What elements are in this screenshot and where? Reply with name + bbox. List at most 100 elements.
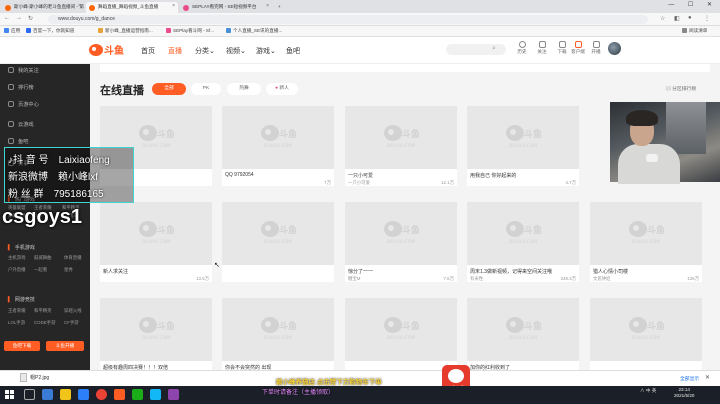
room-title[interactable] [345, 361, 457, 370]
close-icon[interactable]: × [78, 3, 81, 9]
live-room-card[interactable]: 斗鱼DOUYU.COM超级有趣周四决赛！！！双倍CoCo点点M34.2万 [100, 298, 212, 378]
show-all-downloads[interactable]: 全部显示 [680, 375, 699, 382]
room-title[interactable]: 加你的红利收到了 [467, 361, 579, 370]
search-icon[interactable]: ⌕ [492, 45, 496, 53]
browser-tab[interactable]: 斯小峰-斯小峰的老斗鱼直播间 - 第 × [2, 2, 84, 13]
streamer-name[interactable]: 糖宝M [348, 276, 360, 281]
live-room-card[interactable]: 斗鱼 DOUYU.COM QQ 9792054 7万 [222, 106, 334, 186]
sidebar-item-follow[interactable]: 我的关注 [8, 67, 39, 74]
room-thumbnail[interactable]: 斗鱼 DOUYU.COM [467, 106, 579, 169]
room-thumbnail[interactable]: 斗鱼 DOUYU.COM [100, 298, 212, 361]
bookmark-item[interactable]: SEPlay看斗网 - Sf... [166, 28, 214, 34]
sidebar-game-link[interactable]: 主机游戏 [8, 255, 26, 261]
live-room-card[interactable]: 斗鱼 DOUYU.COM 惊分了一一 糖宝M 7.6万 [345, 202, 457, 282]
room-thumbnail[interactable]: 斗鱼 DOUYU.COM [345, 202, 457, 265]
room-thumbnail[interactable]: 斗鱼 DOUYU.COM [590, 298, 702, 361]
search-icon[interactable] [24, 389, 35, 400]
star-icon[interactable]: ☆ [660, 15, 665, 22]
nav-home[interactable]: 首页 [141, 46, 155, 56]
windows-start-icon[interactable] [4, 389, 15, 400]
browser-tab-active[interactable]: 舞蹈直播_舞蹈视频_斗鱼直播 × [86, 2, 178, 13]
bookmark-item[interactable]: 新小峰_直播运营指南... [98, 28, 153, 34]
room-title[interactable]: QQ 9792054 [222, 169, 334, 178]
streamer-name[interactable]: 文思钟娃 [593, 276, 611, 281]
bookmark-item[interactable]: 百度一下，你就知道 [26, 28, 74, 34]
room-thumbnail[interactable]: 斗鱼 DOUYU.COM [345, 298, 457, 361]
url-field[interactable]: www.douyu.com/g_dance [48, 15, 648, 24]
search-input[interactable] [446, 44, 506, 55]
room-title[interactable]: 超级有趣周四决赛！！！双倍 [100, 361, 212, 370]
close-icon[interactable]: × [172, 3, 175, 9]
sidebar-game-link[interactable]: 穿越火线 [64, 308, 82, 314]
live-room-card[interactable]: 斗鱼 DOUYU.COM 加你的红利收到了 [467, 298, 579, 378]
douyu-logo[interactable]: 斗鱼 [88, 42, 124, 58]
sidebar-game-link[interactable]: 户外直播 [8, 267, 26, 273]
sidebar-item-rank[interactable]: 排行榜 [8, 84, 34, 91]
sidebar-item-cloudgame[interactable]: 云游戏 [8, 121, 34, 128]
reading-list[interactable]: 阅读清单 [682, 28, 707, 34]
live-room-card[interactable]: 斗鱼 DOUYU.COM 用我自己 你好起来的 4.7万 [467, 106, 579, 186]
room-title[interactable]: 猎人心情小司楼 [590, 265, 702, 274]
chrome-icon[interactable] [96, 389, 107, 400]
room-title[interactable]: 一只小可爱 [345, 169, 457, 178]
bookmark-apps[interactable]: 应用 [4, 28, 20, 34]
back-icon[interactable]: ← [4, 15, 10, 21]
live-room-card[interactable]: 斗鱼 DOUYU.COM 一只小可爱 一只小可爱 12.1万 [345, 106, 457, 186]
room-thumbnail[interactable]: 斗鱼 DOUYU.COM [222, 298, 334, 361]
sidebar-game-link[interactable]: 王者荣耀 [8, 308, 26, 314]
room-thumbnail[interactable]: 斗鱼 DOUYU.COM [222, 106, 334, 169]
filter-pk[interactable]: PK [191, 83, 221, 95]
room-thumbnail[interactable]: 斗鱼 DOUYU.COM [467, 298, 579, 361]
forward-icon[interactable]: → [16, 15, 22, 21]
task-view-icon[interactable] [42, 389, 53, 400]
sidebar-game-link[interactable]: CF手游 [64, 320, 79, 326]
sidebar-game-link[interactable]: 和平精英 [34, 308, 52, 314]
sidebar-game-link[interactable]: 体育直播 [64, 255, 82, 261]
profile-icon[interactable]: ● [688, 15, 692, 21]
edge-icon[interactable] [78, 389, 89, 400]
live-room-card[interactable]: 斗鱼DOUYU.COM你会不会突然的 出现小萝莉ice16.6万 [222, 298, 334, 378]
close-icon[interactable]: × [266, 3, 269, 9]
clock[interactable]: 23:14 2021/5/20 [674, 387, 694, 399]
reload-icon[interactable]: ↻ [28, 15, 33, 22]
room-thumbnail[interactable]: 斗鱼 DOUYU.COM [590, 202, 702, 265]
browser-tab[interactable]: SEPLAY看完网 - SE短视频平台 × [180, 2, 272, 13]
douyu-app-icon[interactable] [114, 389, 125, 400]
room-title[interactable]: 周末1.3做新视频，记得来空间关注哦 [467, 265, 579, 274]
room-thumbnail[interactable]: 斗鱼 DOUYU.COM [345, 106, 457, 169]
sidebar-game-link[interactable]: 鼓城舞曲 [34, 255, 52, 261]
sidebar-game-link[interactable]: 星秀 [64, 267, 73, 273]
room-title[interactable]: 你会不会突然的 出现 [222, 361, 334, 370]
room-title[interactable] [222, 265, 334, 274]
filter-all[interactable]: 全部 [152, 83, 186, 95]
room-title[interactable]: 用我自己 你好起来的 [467, 169, 579, 178]
room-thumbnail[interactable]: 斗鱼 DOUYU.COM [467, 202, 579, 265]
explorer-icon[interactable] [60, 389, 71, 400]
sidebar-game-link[interactable]: LOL手游 [8, 320, 25, 326]
live-room-card[interactable]: 斗鱼 DOUYU.COM [590, 298, 702, 378]
sidebar-game-link[interactable]: CODE手游 [34, 320, 55, 326]
nav-video[interactable]: 视频⌄ [226, 46, 246, 56]
window-controls[interactable]: — ☐ ✕ [668, 1, 718, 8]
new-tab-button[interactable]: + [274, 2, 294, 13]
system-tray[interactable]: ∧ 中 英 [640, 388, 656, 394]
streamer-name[interactable]: 有米性 [470, 276, 483, 281]
live-room-card[interactable]: 斗鱼 DOUYU.COM 新人求关注 13.5万 [100, 202, 212, 282]
extension-icon[interactable]: ◧ [674, 15, 680, 22]
qq-icon[interactable] [150, 389, 161, 400]
filter-dance[interactable]: 热舞 [227, 83, 261, 95]
menu-icon[interactable]: ⋮ [704, 15, 710, 22]
room-title[interactable]: 新人求关注 [100, 265, 212, 274]
obs-icon[interactable] [168, 389, 179, 400]
nav-game[interactable]: 游戏⌄ [256, 46, 276, 56]
nav-fishbar[interactable]: 鱼吧 [286, 46, 300, 56]
go-live-button[interactable]: 斗鱼开播 [46, 341, 84, 351]
room-thumbnail[interactable]: 斗鱼 DOUYU.COM [100, 202, 212, 265]
wechat-icon[interactable] [132, 389, 143, 400]
nav-live[interactable]: 直播 [168, 46, 182, 56]
room-thumbnail[interactable]: 斗鱼 DOUYU.COM [222, 202, 334, 265]
bookmark-item[interactable]: 个人直播_SE讯的直播... [226, 28, 282, 34]
live-room-card[interactable]: 斗鱼 DOUYU.COM 猎人心情小司楼 文思钟娃 125万 [590, 202, 702, 282]
close-icon[interactable]: ✕ [705, 374, 710, 381]
sidebar-game-link[interactable]: 一起看 [34, 267, 47, 273]
